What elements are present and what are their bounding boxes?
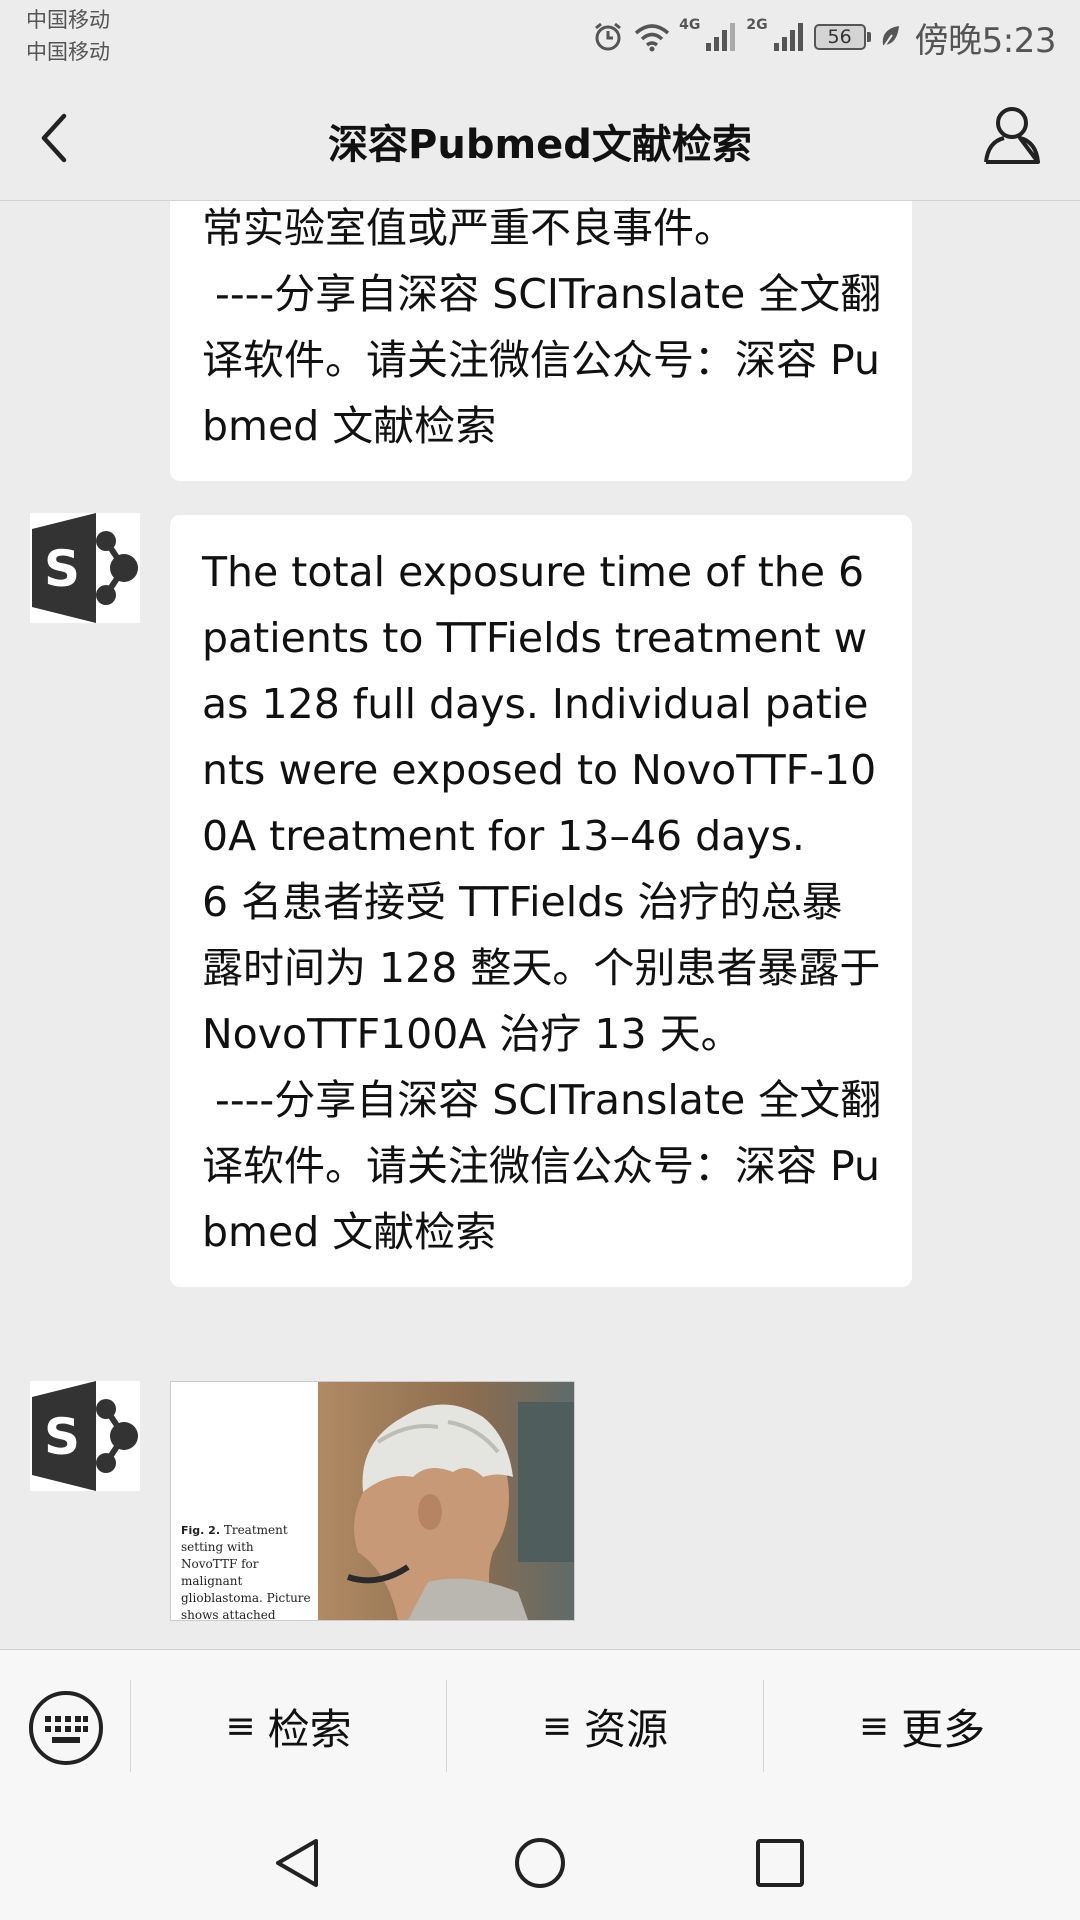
menu-lines-icon: ≡	[858, 1705, 890, 1747]
message-chinese-text: 6 名患者接受 TTFields 治疗的总暴露时间为 128 整天。个别患者暴露…	[202, 878, 881, 1058]
clock: 傍晚5:23	[914, 13, 1057, 62]
carrier-label-2: 中国移动	[26, 40, 110, 64]
wifi-icon	[633, 22, 671, 52]
network-type-1: 4G	[679, 17, 701, 33]
keyboard-icon[interactable]	[28, 1690, 104, 1766]
menu-item-more[interactable]: ≡ 更多	[764, 1680, 1080, 1772]
menu-item-resources[interactable]: ≡ 资源	[447, 1680, 763, 1772]
menu-item-label: 更多	[901, 1704, 986, 1754]
chat-area[interactable]: 常实验室值或严重不良事件。 ----分享自深容 SCITranslate 全文翻…	[0, 201, 1080, 1649]
menu-item-search[interactable]: ≡ 检索	[131, 1680, 446, 1772]
battery-icon: 56	[813, 24, 871, 50]
back-triangle-icon[interactable]	[270, 1835, 326, 1891]
network-type-2: 2G	[746, 17, 768, 33]
signal-icon	[772, 21, 806, 53]
figure-label: Fig. 2.	[181, 1524, 220, 1537]
svg-text:S: S	[44, 540, 80, 598]
page-title: 深容Pubmed文献检索	[328, 122, 752, 168]
time-value: 5:23	[981, 20, 1057, 61]
menu-lines-icon: ≡	[225, 1705, 256, 1747]
menu-item-label: 检索	[267, 1704, 352, 1754]
alarm-icon	[591, 20, 625, 54]
recents-square-icon[interactable]	[752, 1835, 808, 1891]
menu-lines-icon: ≡	[541, 1705, 573, 1747]
message-bubble[interactable]: 常实验室值或严重不良事件。 ----分享自深容 SCITranslate 全文翻…	[170, 201, 912, 481]
home-circle-icon[interactable]	[512, 1835, 568, 1891]
leaf-icon	[879, 23, 903, 51]
message-footer: ----分享自深容 SCITranslate 全文翻译软件。请关注微信公众号：深…	[202, 1076, 882, 1256]
figure-caption: Fig. 2. Treatment setting with NovoTTF f…	[181, 1522, 311, 1621]
image-message[interactable]: Fig. 2. Treatment setting with NovoTTF f…	[170, 1381, 575, 1621]
status-bar: 中国移动 中国移动 4G 2G 56 傍晚5:23	[0, 0, 1080, 76]
status-icons: 4G 2G 56 傍晚5:23	[591, 12, 1057, 62]
title-bar: 深容Pubmed文献检索	[0, 76, 1080, 201]
carrier-label-1: 中国移动	[26, 8, 110, 32]
battery-level: 56	[813, 24, 866, 50]
message-english-text: The total exposure time of the 6 patient…	[202, 548, 877, 860]
svg-text:S: S	[44, 1408, 80, 1466]
patient-photo	[318, 1382, 574, 1620]
sharepoint-logo-avatar[interactable]: S	[30, 513, 140, 623]
message-text: 常实验室值或严重不良事件。	[202, 204, 735, 252]
time-prefix: 傍晚	[914, 20, 983, 61]
figure-caption-text: Treatment setting with NovoTTF for malig…	[181, 1523, 311, 1621]
figure-caption-panel: Fig. 2. Treatment setting with NovoTTF f…	[171, 1382, 318, 1620]
signal-icon	[704, 21, 738, 53]
menu-item-label: 资源	[584, 1704, 669, 1754]
person-icon[interactable]	[982, 104, 1042, 166]
message-bubble[interactable]: The total exposure time of the 6 patient…	[170, 515, 912, 1287]
system-navigation-bar	[0, 1801, 1080, 1920]
bottom-menu: ≡ 检索 ≡ 资源 ≡ 更多	[0, 1649, 1080, 1802]
sharepoint-logo-avatar[interactable]: S	[30, 1381, 140, 1491]
message-footer: ----分享自深容 SCITranslate 全文翻译软件。请关注微信公众号：深…	[202, 270, 882, 450]
